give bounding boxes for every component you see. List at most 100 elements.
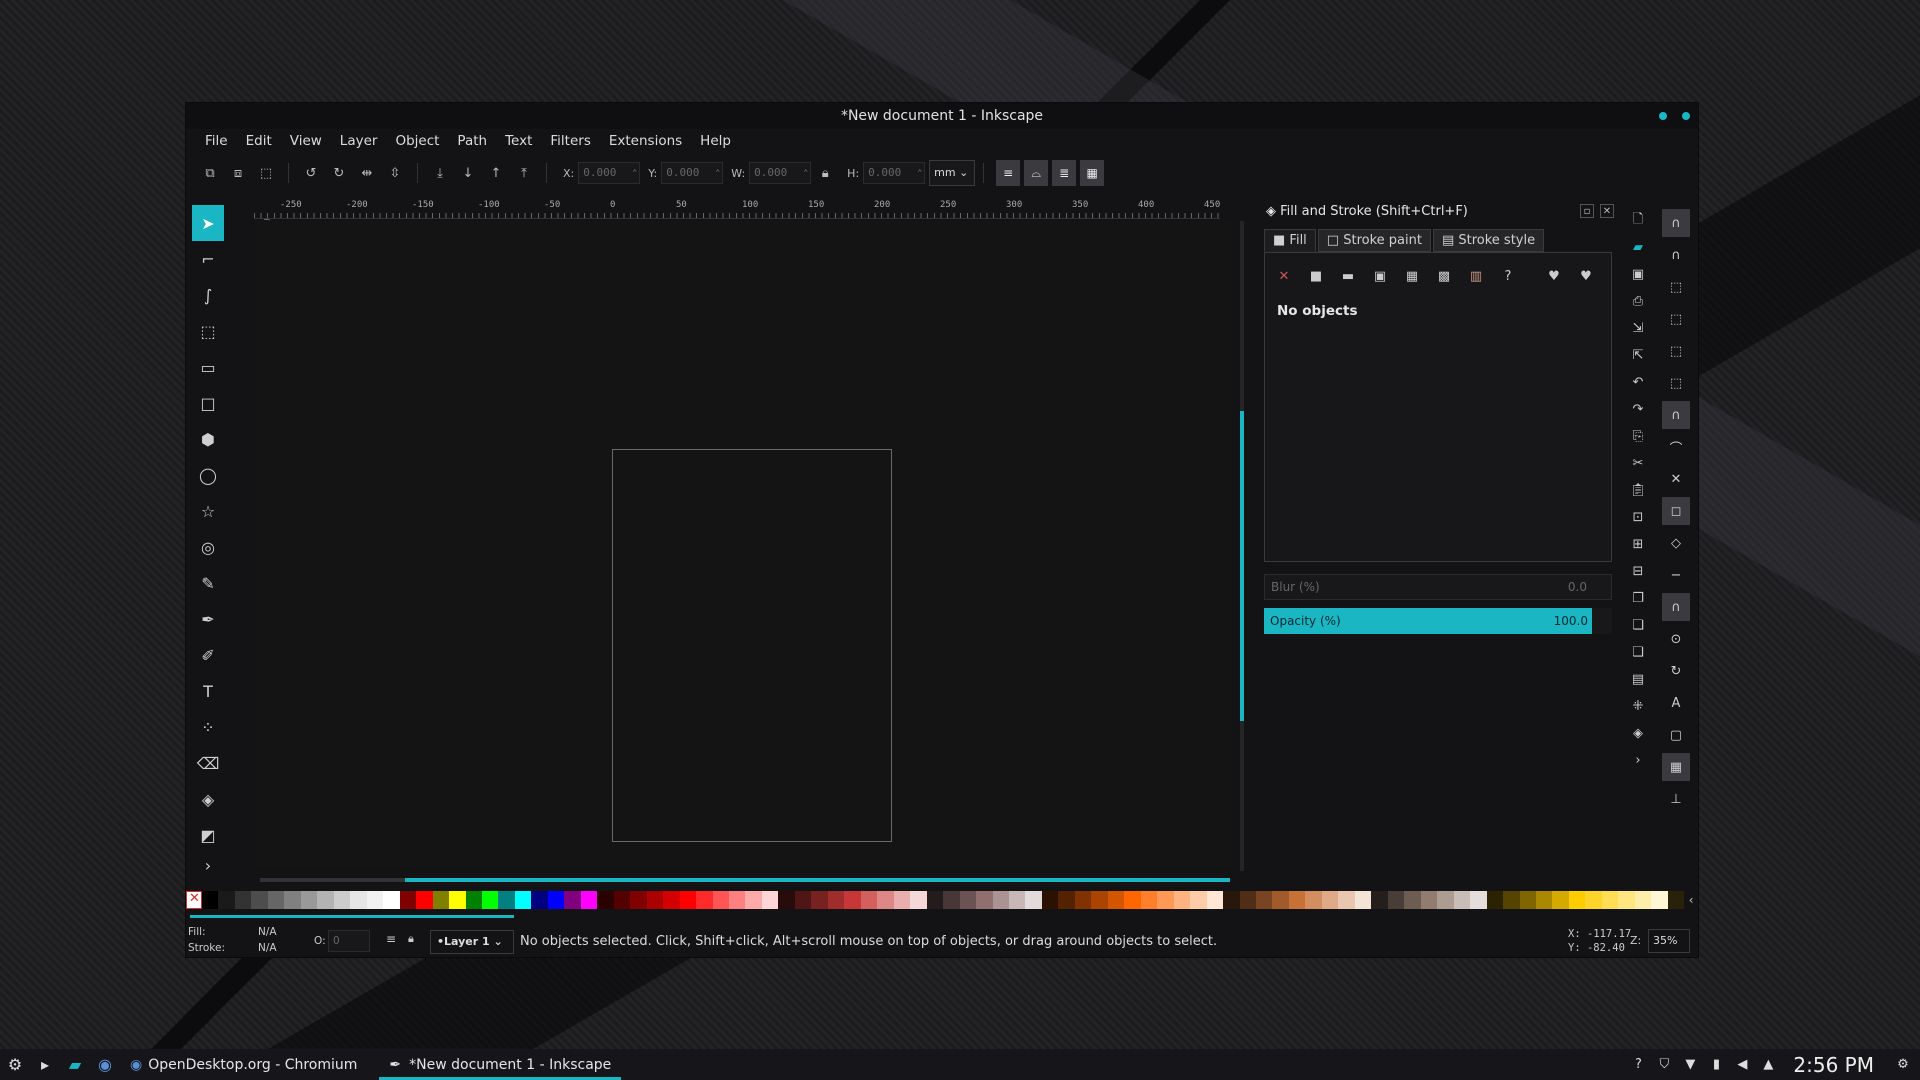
palette-swatch[interactable] [1173, 891, 1191, 909]
redo-icon[interactable]: ↷ [1626, 396, 1650, 423]
no-paint-swatch[interactable] [186, 891, 202, 909]
palette-swatch[interactable] [1338, 891, 1355, 909]
snap-others-icon[interactable]: ∩ [1662, 593, 1690, 621]
snap-path-icon[interactable]: ⌒ [1662, 431, 1690, 463]
palette-swatch[interactable] [1651, 891, 1668, 909]
palette-swatch[interactable] [1503, 891, 1520, 909]
palette-swatch[interactable] [1288, 891, 1306, 909]
app-launcher-icon[interactable]: ⚙ [0, 1049, 30, 1080]
help-icon[interactable]: ? [1629, 1057, 1647, 1072]
minimize-button[interactable] [1659, 112, 1667, 120]
palette-swatch[interactable] [465, 891, 482, 909]
palette-swatch[interactable] [1486, 891, 1504, 909]
ungroup-icon[interactable]: ⁜ [1626, 693, 1650, 720]
spiral-tool-icon[interactable]: ◎ [192, 529, 224, 565]
unlink-clone-icon[interactable]: ❑ [1626, 639, 1650, 666]
menu-text[interactable]: Text [496, 129, 541, 153]
palette-swatch[interactable] [300, 891, 318, 909]
palette-swatch[interactable] [1272, 891, 1289, 909]
palette-swatch[interactable] [1437, 891, 1454, 909]
scale-stroke-icon[interactable]: ≡ [996, 160, 1021, 186]
fill-rule-nonzero-icon[interactable]: ♥ [1575, 265, 1597, 287]
snap-intersection-icon[interactable]: ✕ [1662, 463, 1690, 495]
flip-vertical-icon[interactable]: ⇳ [385, 163, 405, 183]
menu-filters[interactable]: Filters [541, 129, 599, 153]
zoom-page-icon[interactable]: ⊟ [1626, 558, 1650, 585]
paste-icon[interactable]: 📋︎ [1626, 477, 1650, 504]
cut-icon[interactable]: ✂ [1626, 450, 1650, 477]
file-manager-icon[interactable]: ▰ [60, 1049, 90, 1080]
tweak-tool-icon[interactable]: ∫ [192, 277, 224, 313]
star-tool-icon[interactable]: ☆ [192, 493, 224, 529]
select-all-icon[interactable]: ⧉ [200, 163, 220, 183]
palette-swatch[interactable] [317, 891, 334, 909]
lower-icon[interactable]: ↓ [458, 163, 478, 183]
palette-swatch[interactable] [383, 891, 400, 909]
snap-page-border-icon[interactable]: ▢ [1662, 719, 1690, 751]
palette-swatch[interactable] [1305, 891, 1322, 909]
lower-to-bottom-icon[interactable]: ⤓ [430, 163, 450, 183]
palette-swatch[interactable] [729, 891, 746, 909]
layer-lock-icon[interactable]: 🔒︎ [408, 932, 414, 946]
rotate-ccw-icon[interactable]: ↺ [301, 163, 321, 183]
eraser-tool-icon[interactable]: ⌫ [192, 745, 224, 781]
palette-swatch[interactable] [926, 891, 944, 909]
palette-swatch[interactable] [844, 891, 861, 909]
palette-swatch[interactable] [218, 891, 235, 909]
palette-swatch[interactable] [251, 891, 268, 909]
zoom-drawing-icon[interactable]: ⊞ [1626, 531, 1650, 558]
palette-swatch[interactable] [663, 891, 680, 909]
chromium-icon[interactable]: ◉ [90, 1049, 120, 1080]
swatch-icon[interactable]: ▥ [1465, 265, 1487, 287]
no-paint-icon[interactable]: ✕ [1273, 265, 1295, 287]
palette-swatch[interactable] [630, 891, 647, 909]
palette-swatch[interactable] [1552, 891, 1569, 909]
palette-swatch[interactable] [449, 891, 466, 909]
palette-swatch[interactable] [416, 891, 433, 909]
commands-more-icon[interactable]: › [1626, 747, 1650, 774]
clone-icon[interactable]: ❏ [1626, 612, 1650, 639]
palette-swatch[interactable] [1041, 891, 1059, 909]
palette-swatch[interactable] [893, 891, 911, 909]
new-document-icon[interactable]: 🗋︎ [1626, 207, 1650, 234]
snap-bbox-midpoint-icon[interactable]: ⬚ [1662, 335, 1690, 367]
palette-swatch[interactable] [267, 891, 285, 909]
unit-select[interactable]: mm ⌄ [929, 160, 976, 186]
menu-view[interactable]: View [281, 129, 331, 153]
clock[interactable]: 2:56 PM [1793, 1053, 1874, 1077]
h-input[interactable]: 0.000 [863, 162, 926, 184]
snap-bbox-edge-icon[interactable]: ⬚ [1662, 271, 1690, 303]
snap-guide-icon[interactable]: ⊥ [1662, 783, 1690, 815]
deselect-icon[interactable]: ⬚ [256, 163, 276, 183]
palette-swatch[interactable] [827, 891, 845, 909]
tab-fill[interactable]: ■ Fill [1264, 229, 1316, 252]
palette-swatch[interactable] [613, 891, 631, 909]
palette-swatch[interactable] [597, 891, 614, 909]
group-icon[interactable]: ▤ [1626, 666, 1650, 693]
shield-icon[interactable]: ⛉ [1655, 1057, 1673, 1072]
menu-extensions[interactable]: Extensions [600, 129, 691, 153]
opacity-input[interactable]: 0 [328, 930, 370, 952]
palette-swatch[interactable] [778, 891, 795, 909]
palette-swatch[interactable] [1634, 891, 1652, 909]
snap-rotation-center-icon[interactable]: ↻ [1662, 655, 1690, 687]
gradient-tool-icon[interactable]: ◩ [192, 817, 224, 853]
tray-expand-icon[interactable]: ▲ [1759, 1057, 1777, 1072]
drawing-canvas[interactable] [256, 221, 1232, 869]
palette-swatch[interactable] [943, 891, 960, 909]
select-all-layers-icon[interactable]: ⧈ [228, 163, 248, 183]
palette-swatch[interactable] [1535, 891, 1553, 909]
palette-swatch[interactable] [712, 891, 729, 909]
transform-gradients-icon[interactable]: ≣ [1052, 160, 1077, 186]
palette-swatch[interactable] [910, 891, 927, 909]
palette-swatch[interactable] [860, 891, 878, 909]
transform-patterns-icon[interactable]: ▦ [1080, 160, 1105, 186]
zoom-tool-icon[interactable]: ⬚ [192, 313, 224, 349]
vertical-scroll-thumb[interactable] [1240, 411, 1244, 721]
palette-swatch[interactable] [1404, 891, 1421, 909]
palette-swatch[interactable] [1519, 891, 1536, 909]
palette-swatch[interactable] [564, 891, 581, 909]
flat-color-icon[interactable]: ■ [1305, 265, 1327, 287]
palette-swatch[interactable] [1371, 891, 1388, 909]
palette-swatch[interactable] [1601, 891, 1619, 909]
